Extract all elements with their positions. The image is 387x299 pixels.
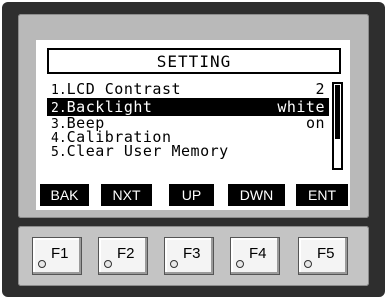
menu-item-lcd-contrast[interactable]: 1. LCD Contrast 2: [47, 80, 329, 98]
softkey-bak[interactable]: BAK: [40, 184, 89, 206]
function-key-label: F2: [117, 245, 135, 262]
f3-key[interactable]: F3: [164, 237, 214, 275]
indicator-led-icon: [38, 260, 46, 268]
f2-key[interactable]: F2: [98, 237, 148, 275]
menu-item-label: LCD Contrast: [66, 80, 182, 98]
softkey-dwn[interactable]: DWN: [228, 184, 285, 206]
softkey-up[interactable]: UP: [169, 184, 214, 206]
function-key-label: F4: [249, 245, 267, 262]
function-key-label: F5: [317, 245, 335, 262]
indicator-led-icon: [304, 260, 312, 268]
indicator-led-icon: [170, 260, 178, 268]
lcd-screen: SETTING 1. LCD Contrast 2 2. Backlight w…: [36, 40, 350, 210]
f1-key[interactable]: F1: [32, 237, 82, 275]
function-key-panel: F1 F2 F3 F4 F5: [18, 226, 369, 286]
menu-item-label: Clear User Memory: [66, 142, 229, 160]
settings-menu: 1. LCD Contrast 2 2. Backlight white 3. …: [47, 80, 329, 160]
menu-item-number: 5.: [51, 145, 67, 160]
function-key-label: F1: [51, 245, 69, 262]
menu-item-value: 2: [315, 80, 325, 98]
f4-key[interactable]: F4: [230, 237, 280, 275]
softkey-ent[interactable]: ENT: [296, 184, 348, 206]
function-key-label: F3: [183, 245, 201, 262]
menu-item-clear-user-memory[interactable]: 5. Clear User Memory: [47, 142, 329, 160]
screen-title: SETTING: [47, 48, 341, 74]
menu-item-value: on: [305, 114, 325, 132]
softkey-nxt[interactable]: NXT: [101, 184, 152, 206]
menu-scrollbar[interactable]: [332, 82, 343, 170]
indicator-led-icon: [104, 260, 112, 268]
scrollbar-thumb[interactable]: [335, 85, 340, 139]
f5-key[interactable]: F5: [298, 237, 348, 275]
device-housing: SETTING 1. LCD Contrast 2 2. Backlight w…: [2, 2, 385, 297]
softkey-bar: BAK NXT UP DWN ENT: [40, 184, 348, 206]
indicator-led-icon: [236, 260, 244, 268]
